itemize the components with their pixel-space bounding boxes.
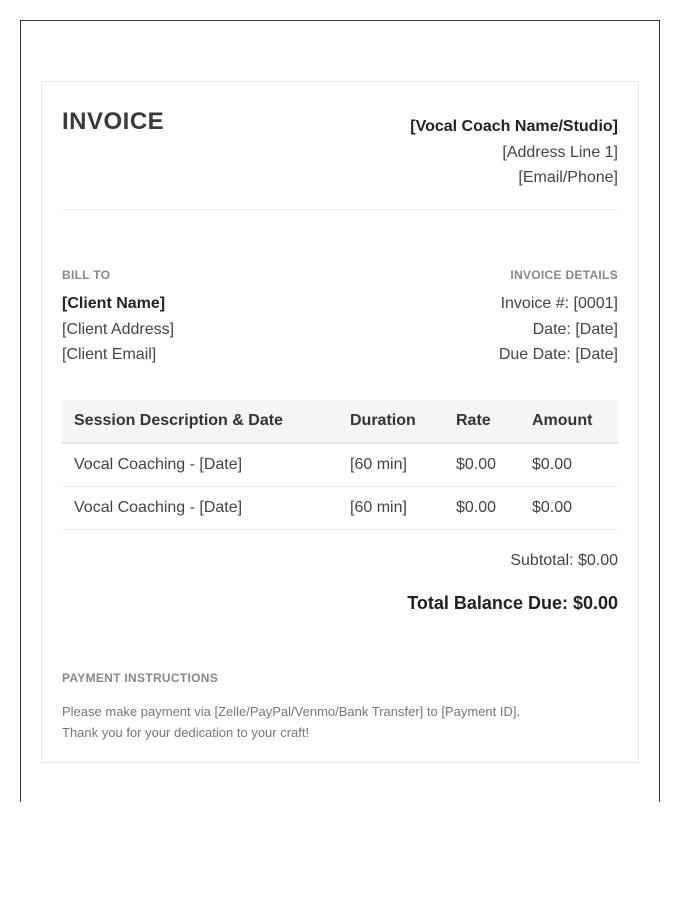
header-rate: Rate [444,400,520,444]
totals-block: Subtotal: $0.00 Total Balance Due: $0.00 [62,552,618,614]
row-rate: $0.00 [444,486,520,530]
header-amount: Amount [520,400,618,444]
invoice-card: INVOICE [Vocal Coach Name/Studio] [Addre… [41,81,639,763]
table-header-row: Session Description & Date Duration Rate… [62,400,618,444]
page-frame: INVOICE [Vocal Coach Name/Studio] [Addre… [20,20,660,802]
studio-address: [Address Line 1] [502,143,618,161]
table-row: Vocal Coaching - [Date] [60 min] $0.00 $… [62,443,618,487]
due-date: Due Date: [Date] [498,346,618,363]
payment-instructions-label: PAYMENT INSTRUCTIONS [62,671,219,685]
bill-to-block: BILL TO [Client Name] [Client Address] [… [62,268,174,368]
row-duration: [60 min] [338,443,444,487]
invoice-details-label: INVOICE DETAILS [510,268,618,282]
invoice-title: INVOICE [62,108,165,135]
row-description: Vocal Coaching - [Date] [62,443,338,487]
invoice-number: Invoice #: [0001] [500,295,618,312]
client-name: [Client Name] [62,295,166,312]
row-amount: $0.00 [520,443,618,487]
client-address: [Client Address] [62,320,175,338]
invoice-header: INVOICE [Vocal Coach Name/Studio] [Addre… [62,82,618,210]
row-amount: $0.00 [520,486,618,530]
row-description: Vocal Coaching - [Date] [62,486,338,530]
invoice-date: Date: [Date] [532,320,618,338]
studio-name: [Vocal Coach Name/Studio] [410,118,618,135]
subtotal: Subtotal: $0.00 [510,552,618,569]
payment-method-text: Please make payment via [Zelle/PayPal/Ve… [62,704,521,719]
line-items-table: Session Description & Date Duration Rate… [62,400,618,530]
payment-instructions: PAYMENT INSTRUCTIONS Please make payment… [62,671,520,743]
header-description: Session Description & Date [62,400,338,444]
client-email: [Client Email] [62,346,157,363]
table-row: Vocal Coaching - [Date] [60 min] $0.00 $… [62,486,618,530]
studio-contact: [Email/Phone] [518,169,618,186]
header-duration: Duration [338,400,444,444]
invoice-details-block: INVOICE DETAILS Invoice #: [0001] Date: … [499,268,618,368]
thank-you-text: Thank you for your dedication to your cr… [62,725,310,740]
row-duration: [60 min] [338,486,444,530]
row-rate: $0.00 [444,443,520,487]
total-balance-due: Total Balance Due: $0.00 [407,593,618,613]
billing-section: BILL TO [Client Name] [Client Address] [… [62,210,618,400]
studio-info: [Vocal Coach Name/Studio] [Address Line … [410,114,618,191]
bill-to-label: BILL TO [62,268,111,282]
